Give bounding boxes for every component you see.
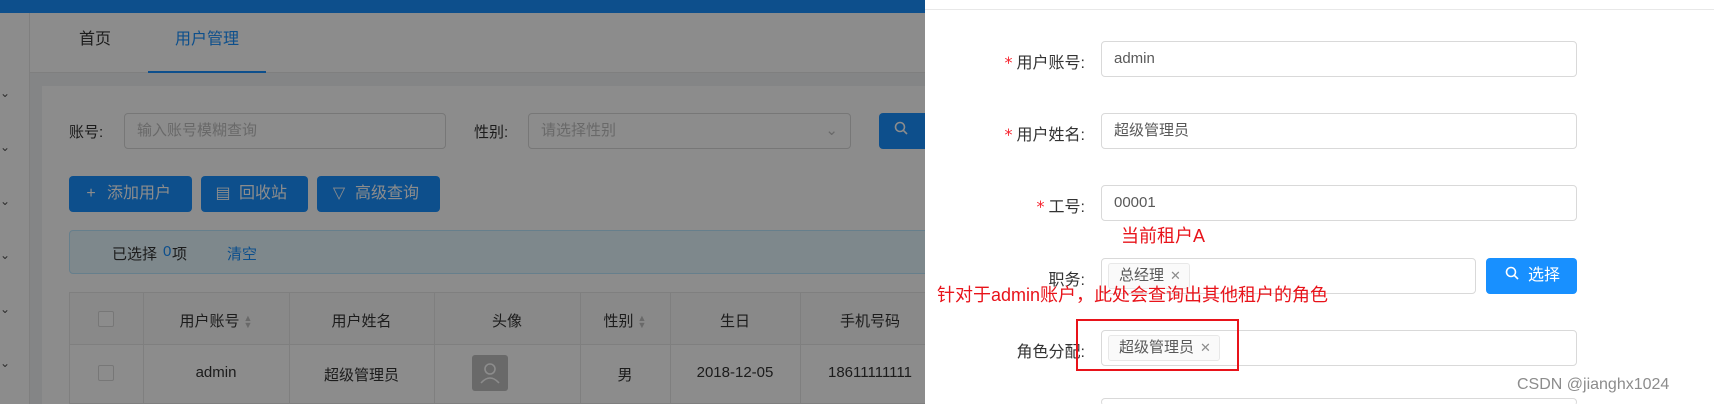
work-number-field-label: * 工号: (1036, 197, 1085, 216)
work-number-field[interactable]: 00001 (1101, 185, 1577, 221)
watermark: CSDN @jianghx1024 (1517, 376, 1670, 393)
role-field-label: 角色分配: (1016, 344, 1085, 361)
next-field[interactable] (1101, 398, 1577, 404)
drawer-overlay-mask[interactable] (0, 0, 925, 404)
search-icon (1504, 258, 1520, 294)
tenant-annotation: 当前租户A (1121, 226, 1206, 246)
name-field[interactable]: 超级管理员 (1101, 113, 1577, 149)
required-marker: * (1004, 125, 1013, 144)
select-button-label: 选择 (1528, 267, 1561, 284)
role-annotation: 针对于admin账户，此处会查询出其他租户的角色 (937, 285, 1329, 305)
account-field-label: * 用户账号: (1004, 53, 1085, 72)
name-field-label: * 用户姓名: (1004, 125, 1085, 144)
account-field[interactable]: admin (1101, 41, 1577, 77)
required-marker: * (1036, 197, 1045, 216)
drawer-header-divider (925, 9, 1714, 10)
user-edit-drawer: * 用户账号: admin * 用户姓名: 超级管理员 * 工号: 00001 当前租… (925, 0, 1714, 404)
required-marker: * (1004, 53, 1013, 72)
annotation-highlight-box (1076, 319, 1239, 371)
select-post-button[interactable]: 选择 (1486, 258, 1577, 294)
